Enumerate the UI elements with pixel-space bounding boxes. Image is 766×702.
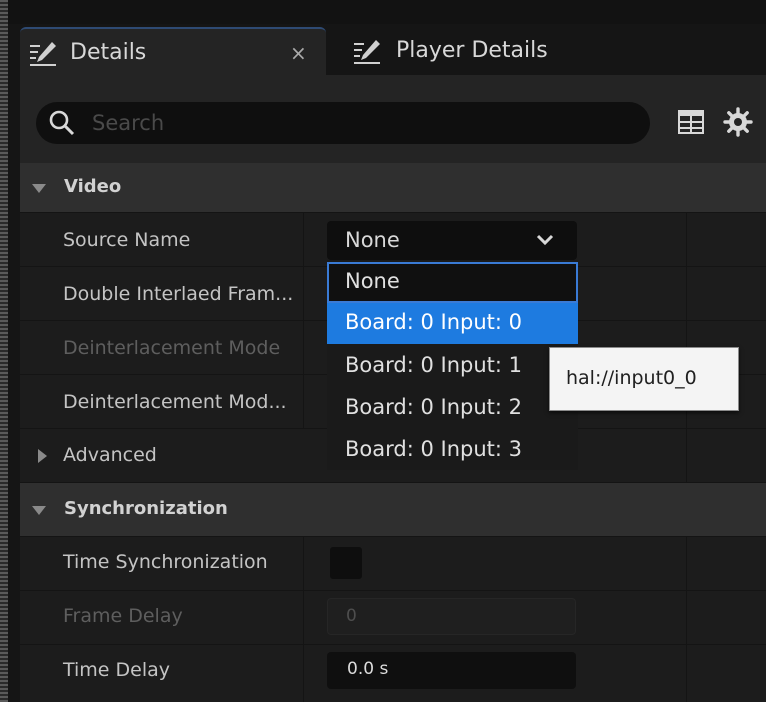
details-pencil-icon [30, 42, 56, 66]
source-name-value: None [345, 228, 400, 252]
time-delay-field[interactable]: 0.0 s [327, 652, 576, 689]
section-video-title: Video [64, 176, 122, 197]
section-video[interactable]: Video [20, 163, 766, 213]
dropdown-option-label: Board: 0 Input: 1 [345, 353, 522, 377]
dropdown-option-label: Board: 0 Input: 2 [345, 395, 522, 419]
tab-player-details-label: Player Details [396, 38, 548, 63]
section-synchronization[interactable]: Synchronization [20, 483, 766, 537]
option-tooltip: hal://input0_0 [549, 347, 739, 411]
advanced-label: Advanced [63, 444, 157, 466]
dropdown-option-board0-input0[interactable]: Board: 0 Input: 0 [327, 303, 578, 344]
frame-delay-value: 0 [346, 606, 357, 626]
frame-delay-field: 0 [327, 598, 576, 635]
property-label: Deinterlacement Mod... [63, 391, 287, 413]
dropdown-option-label: Board: 0 Input: 3 [345, 437, 522, 461]
property-label: Source Name [63, 229, 191, 251]
source-name-combo[interactable]: None [327, 221, 577, 260]
row-time-synchronization: Time Synchronization [20, 537, 766, 591]
player-details-pencil-icon [354, 40, 380, 64]
property-label: Deinterlacement Mode [63, 337, 281, 359]
tooltip-text: hal://input0_0 [566, 367, 697, 389]
section-synchronization-title: Synchronization [64, 498, 228, 519]
chevron-down-icon [536, 234, 554, 246]
tab-details[interactable]: Details × [20, 27, 326, 75]
property-label: Frame Delay [63, 605, 183, 627]
expand-arrow-icon [38, 449, 47, 463]
dropdown-option-label: None [345, 269, 400, 293]
dropdown-option-board0-input2[interactable]: Board: 0 Input: 2 [327, 388, 578, 429]
tab-player-details[interactable]: Player Details [346, 27, 766, 75]
top-bar [8, 0, 766, 24]
search-box[interactable] [36, 102, 650, 144]
panel-dock-edge [0, 0, 8, 702]
property-label: Time Delay [63, 659, 171, 681]
dropdown-option-board0-input3[interactable]: Board: 0 Input: 3 [327, 430, 578, 471]
time-delay-value: 0.0 s [347, 659, 389, 679]
property-label: Time Synchronization [63, 551, 268, 573]
property-label: Double Interlaed Fram... [63, 283, 294, 305]
search-icon [49, 110, 75, 136]
gear-icon[interactable] [722, 106, 754, 138]
tab-close-icon[interactable]: × [290, 41, 307, 65]
time-synchronization-checkbox[interactable] [330, 547, 362, 579]
dropdown-option-label: Board: 0 Input: 0 [345, 310, 522, 334]
property-matrix-icon[interactable] [678, 109, 704, 135]
collapse-arrow-icon [32, 184, 46, 193]
dropdown-option-board0-input1[interactable]: Board: 0 Input: 1 [327, 346, 578, 387]
dropdown-option-none[interactable]: None [327, 262, 578, 303]
collapse-arrow-icon [32, 506, 46, 515]
source-name-dropdown: None Board: 0 Input: 0 Board: 0 Input: 1… [327, 260, 578, 470]
search-input[interactable] [90, 108, 634, 138]
tab-details-label: Details [70, 40, 147, 65]
